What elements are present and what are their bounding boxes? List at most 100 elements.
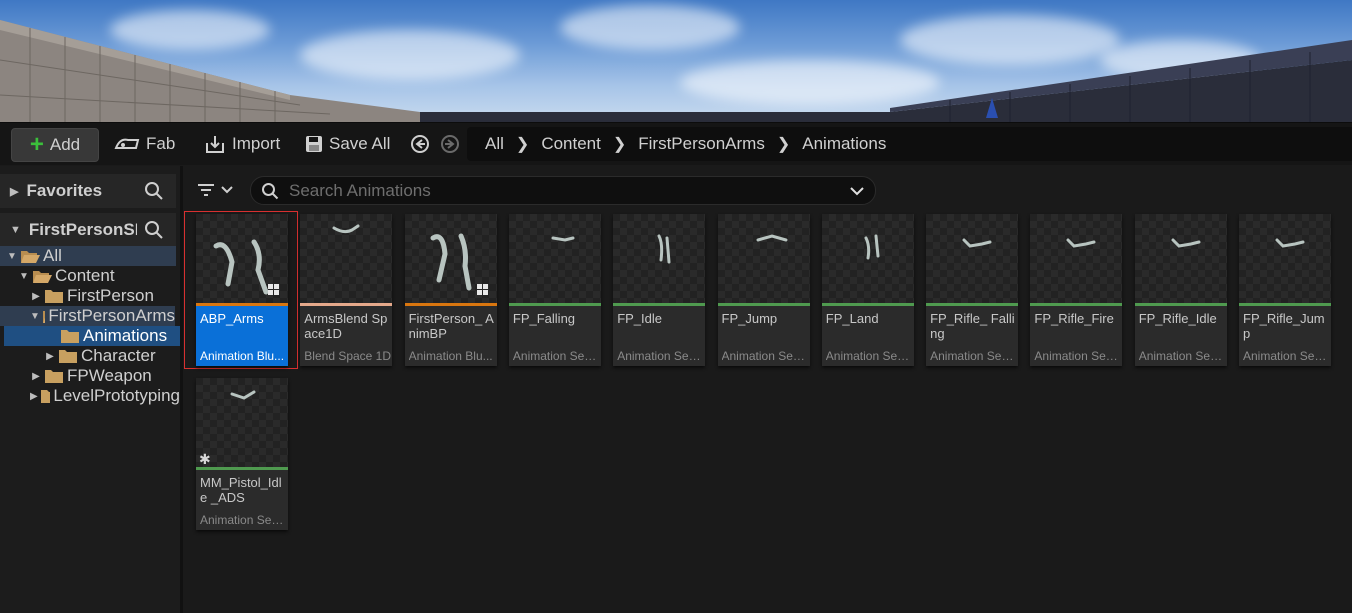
asset-thumbnail (196, 214, 288, 303)
asset-type-color-bar (1134, 303, 1227, 306)
folder-open-icon (33, 270, 52, 283)
chevron-right-icon[interactable]: ❯ (613, 134, 626, 154)
fab-label: Fab (146, 134, 176, 153)
tree-item-label: FirstPersonArms (48, 306, 175, 325)
asset-type-label: Animation Seq... (1243, 349, 1331, 363)
asset-tile[interactable]: FP_Jump Animation Seq... (717, 214, 810, 366)
asset-type-color-bar (1030, 303, 1123, 306)
asset-tile[interactable]: FP_Rifle_Jump Animation Seq... (1239, 214, 1331, 366)
history-back-button[interactable] (410, 128, 430, 160)
tree-item-label: FPWeapon (67, 366, 152, 385)
level-viewport[interactable] (0, 0, 1352, 122)
tree-item-character[interactable]: ▶ Character (0, 346, 180, 366)
save-all-label: Save All (329, 134, 391, 153)
asset-tile[interactable]: FP_Falling Animation Seq... (508, 214, 601, 366)
content-browser-toolbar: + Add Fab Import Save All All ❯ Content … (0, 122, 1352, 165)
asset-tile[interactable]: FP_Rifle_Fire Animation Seq... (1030, 214, 1123, 366)
asset-type-label: Animation Seq... (721, 349, 810, 363)
search-icon[interactable] (144, 181, 164, 201)
asset-name: ABP_Arms (200, 311, 264, 326)
asset-type-label: Animation Blu... (408, 349, 493, 363)
expand-arrow-icon[interactable]: ▶ (30, 391, 38, 402)
breadcrumb-all[interactable]: All (467, 134, 516, 154)
asset-thumbnail (300, 214, 393, 303)
save-icon (305, 135, 323, 153)
breadcrumb-firstpersonarms[interactable]: FirstPersonArms (626, 134, 777, 154)
tree-item-content[interactable]: ▼ Content (0, 266, 180, 286)
project-header[interactable]: ▼ FirstPersonSI (0, 213, 176, 247)
tree-item-all[interactable]: ▼ All (0, 246, 176, 266)
sources-panel: ▶ Favorites ▼ FirstPersonSI ▼ All ▼ Cont… (0, 166, 180, 613)
asset-tile[interactable]: FirstPerson_ AnimBP Animation Blu... (404, 214, 497, 366)
save-all-button[interactable]: Save All (305, 128, 390, 160)
collapse-arrow-icon[interactable]: ▼ (6, 251, 18, 262)
arm-mesh-icon: ✱ (199, 390, 256, 467)
add-button[interactable]: + Add (11, 128, 99, 162)
viewport-scene (0, 20, 1352, 122)
folder-open-icon (21, 250, 40, 263)
asset-tile[interactable]: FP_Rifle_Idle Animation Seq... (1134, 214, 1227, 366)
asset-type-label: Animation Seq... (200, 513, 288, 527)
asset-thumbnail (821, 214, 914, 303)
expand-arrow-icon[interactable]: ▶ (30, 371, 42, 382)
expand-arrow-icon[interactable]: ▶ (10, 185, 18, 198)
asset-type-label: Animation Seq... (930, 349, 1019, 363)
collapse-arrow-icon[interactable]: ▼ (18, 271, 30, 282)
chevron-down-icon[interactable] (849, 186, 865, 196)
chevron-right-icon[interactable]: ❯ (516, 134, 529, 154)
asset-tile[interactable]: ArmsBlend Space1D Blend Space 1D (300, 214, 393, 366)
tree-item-firstperson[interactable]: ▶ FirstPerson (0, 286, 180, 306)
asset-tile[interactable]: ABP_Arms Animation Blu... (196, 214, 288, 366)
tree-item-firstpersonarms[interactable]: ▼ FirstPersonArms (0, 306, 175, 326)
asset-name: FirstPerson_ AnimBP (408, 311, 494, 341)
asset-type-color-bar (404, 303, 497, 306)
tree-item-animations[interactable]: Animations (4, 326, 180, 346)
asset-thumbnail (1134, 214, 1227, 303)
folder-open-icon (42, 310, 46, 323)
plus-icon: + (29, 131, 44, 158)
tree-item-label: Character (81, 346, 156, 365)
asset-thumbnail (508, 214, 601, 303)
asset-tile[interactable]: FP_Idle Animation Seq... (613, 214, 706, 366)
search-input[interactable] (287, 179, 831, 202)
asset-type-color-bar (717, 303, 810, 306)
filter-icon (198, 184, 214, 196)
tree-item-label: FirstPerson (67, 286, 154, 305)
expand-arrow-icon[interactable]: ▶ (30, 291, 42, 302)
asset-name: FP_Land (825, 311, 879, 326)
asset-type-color-bar (613, 303, 706, 306)
search-icon[interactable] (144, 220, 164, 240)
breadcrumb-content[interactable]: Content (529, 134, 613, 154)
collapse-arrow-icon[interactable]: ▼ (10, 224, 21, 236)
breadcrumb-animations[interactable]: Animations (790, 134, 898, 154)
favorites-header[interactable]: ▶ Favorites (0, 174, 176, 208)
history-forward-button[interactable] (440, 128, 460, 160)
forward-arrow-icon (441, 135, 459, 153)
filter-button[interactable] (196, 178, 240, 202)
tree-item-label: LevelPrototyping (53, 386, 180, 405)
asset-thumbnail (1239, 214, 1331, 303)
expand-arrow-icon[interactable]: ▶ (44, 351, 56, 362)
fab-icon (114, 136, 140, 152)
folder-icon (45, 289, 63, 303)
asset-tile[interactable]: FP_Rifle_ Falling Animation Seq... (926, 214, 1019, 366)
search-box (250, 176, 876, 205)
asset-tile[interactable]: ✱ MM_Pistol_Idle _ADS Animation Seq... (196, 378, 288, 530)
import-button[interactable]: Import (204, 128, 280, 160)
asset-name: FP_Idle (617, 311, 662, 326)
asset-tile[interactable]: FP_Land Animation Seq... (821, 214, 914, 366)
asset-name: ArmsBlend Space1D (304, 311, 388, 341)
chevron-right-icon[interactable]: ❯ (777, 134, 790, 154)
tree-item-fpweapon[interactable]: ▶ FPWeapon (0, 366, 180, 386)
asset-type-color-bar (300, 303, 393, 306)
tree-item-label: All (43, 246, 62, 265)
anim-blueprint-badge-icon (268, 284, 279, 295)
collapse-arrow-icon[interactable]: ▼ (30, 311, 40, 322)
arm-mesh-icon (864, 234, 880, 260)
back-arrow-icon (411, 135, 429, 153)
fab-button[interactable]: Fab (114, 128, 175, 160)
tree-item-levelprototyping[interactable]: ▶ LevelPrototyping (0, 386, 180, 406)
project-label: FirstPersonSI (28, 220, 137, 239)
folder-icon (61, 329, 79, 343)
asset-thumbnail (1030, 214, 1123, 303)
